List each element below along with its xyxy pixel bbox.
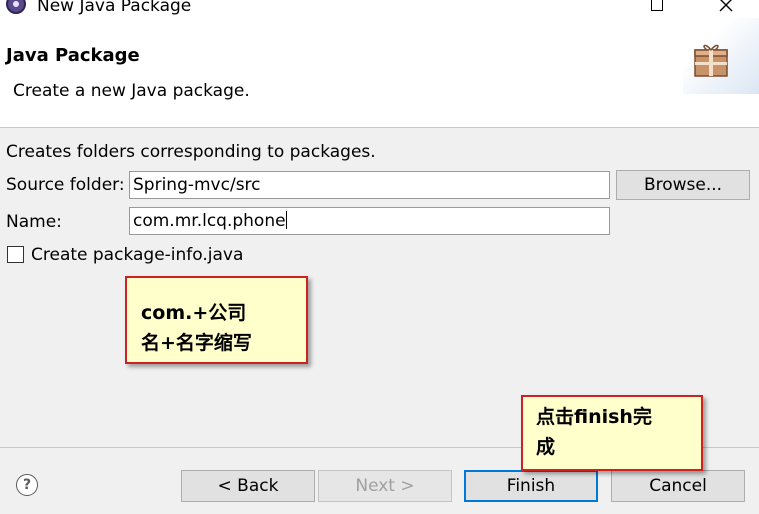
annotation-note-finish: 点击finish完 成 [521, 395, 703, 471]
page-title: Java Package [6, 45, 140, 66]
annotation-note-package-naming: com.+公司 名+名字缩写 [125, 276, 308, 364]
browse-button[interactable]: Browse... [616, 170, 750, 200]
maximize-button[interactable] [637, 0, 677, 16]
note-line: com.+公司 [141, 302, 247, 324]
package-name-value: com.mr.lcq.phone [133, 211, 286, 231]
cancel-button[interactable]: Cancel [611, 470, 745, 502]
back-button[interactable]: < Back [181, 470, 315, 502]
package-icon [694, 44, 728, 77]
finish-button[interactable]: Finish [464, 470, 598, 502]
note-line: 成 [536, 436, 556, 458]
window-title: New Java Package [37, 0, 192, 16]
wizard-banner [683, 18, 759, 94]
intro-text: Creates folders corresponding to package… [6, 142, 376, 162]
package-name-field[interactable]: com.mr.lcq.phone [129, 207, 610, 235]
text-cursor [285, 211, 287, 229]
source-folder-label: Source folder: [6, 175, 125, 195]
page-description: Create a new Java package. [13, 81, 250, 101]
package-info-checkbox[interactable] [7, 246, 24, 263]
help-icon[interactable]: ? [16, 474, 38, 496]
package-info-label[interactable]: Create package-info.java [31, 245, 243, 265]
title-bar: New Java Package [0, 0, 759, 18]
maximize-icon [651, 0, 663, 11]
note-line: 点击finish完 [536, 406, 652, 428]
close-button[interactable] [706, 0, 746, 16]
eclipse-app-icon [6, 0, 26, 14]
close-icon [719, 0, 733, 12]
note-line: 名+名字缩写 [141, 332, 252, 354]
next-button[interactable]: Next > [318, 470, 452, 502]
source-folder-field[interactable]: Spring-mvc/src [129, 171, 610, 199]
wizard-header: Java Package Create a new Java package. [0, 18, 759, 128]
name-label: Name: [6, 212, 62, 232]
